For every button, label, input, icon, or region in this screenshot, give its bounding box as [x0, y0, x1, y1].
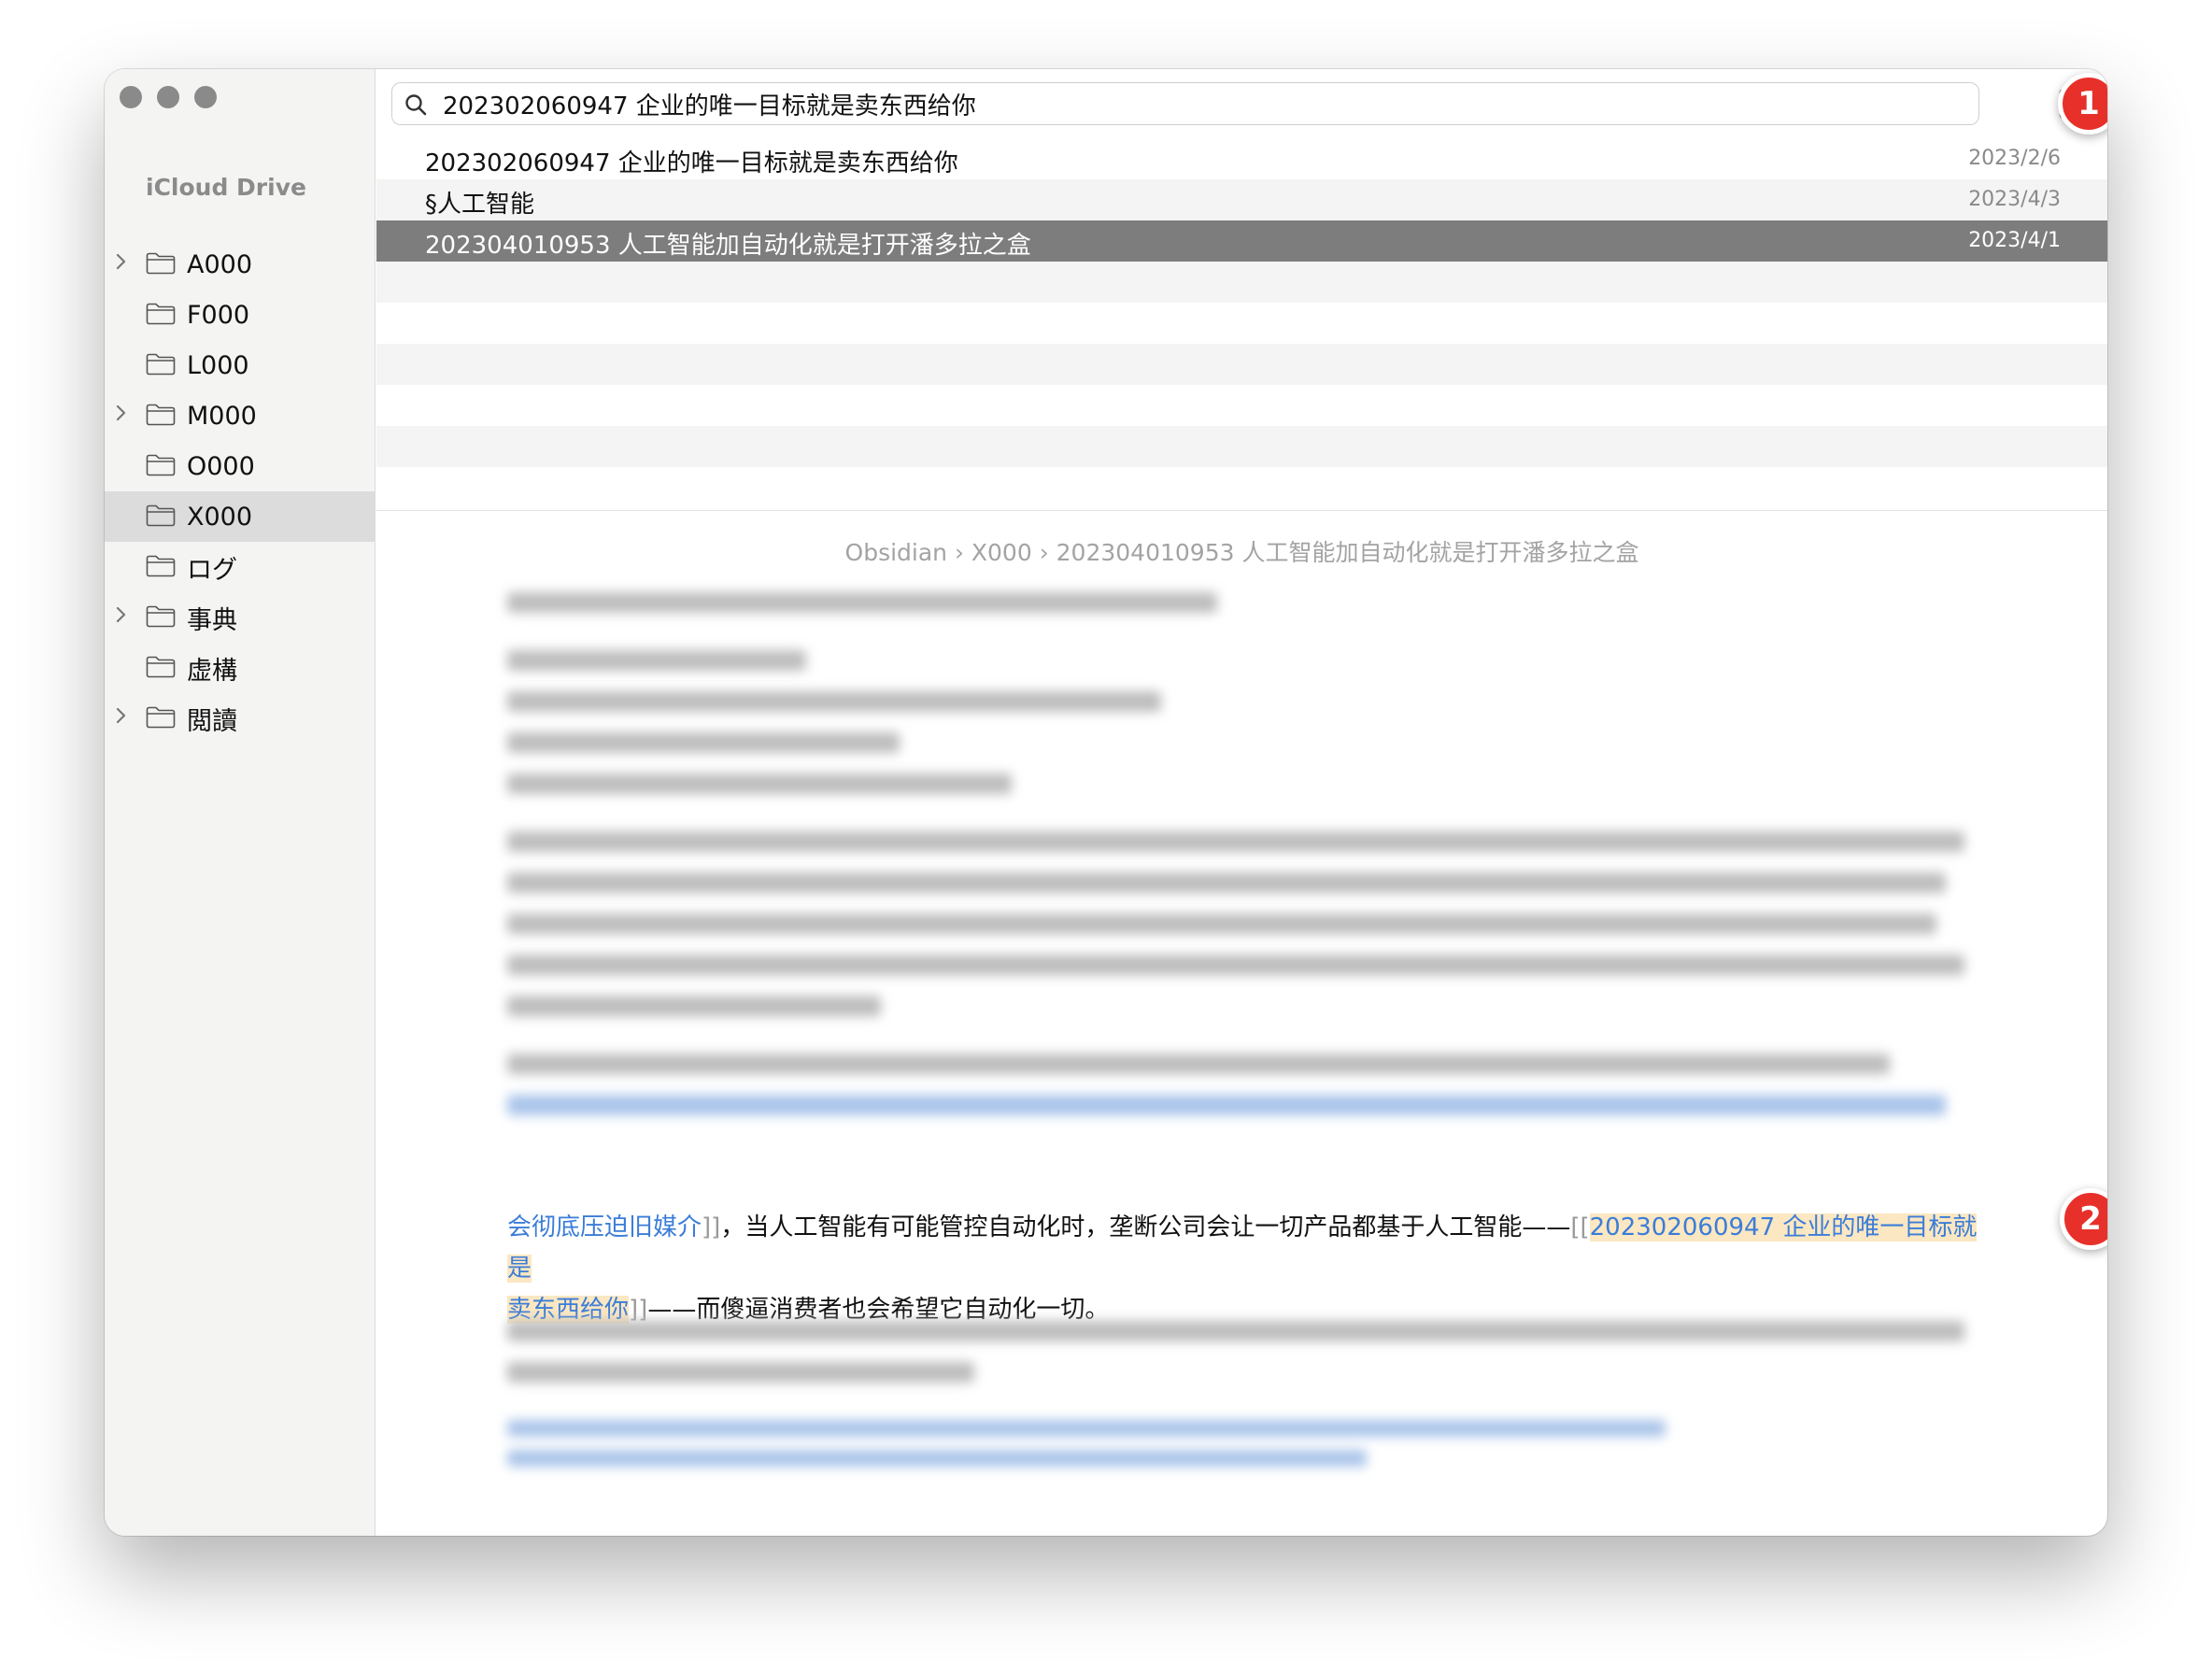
folder-icon [146, 303, 176, 325]
sidebar-item-label: A000 [187, 249, 253, 279]
empty-row [376, 385, 2107, 426]
results-list: 202302060947 企业的唯一目标就是卖东西给你 2023/2/6 §人工… [376, 138, 2107, 467]
note-paragraph: 会彻底压迫旧媒介]]，当人工智能有可能管控自动化时，垄断公司会让一切产品都基于人… [507, 1207, 1983, 1330]
sidebar-item-folder[interactable]: L000 [105, 340, 376, 390]
chevron-right-icon[interactable] [112, 404, 131, 428]
folder-icon [146, 504, 176, 527]
chevron-right-icon[interactable] [112, 706, 131, 731]
sidebar-item-label: O000 [187, 451, 255, 481]
sidebar-item-folder[interactable]: O000 [105, 441, 376, 491]
result-title: §人工智能 [425, 191, 535, 219]
sidebar-item-folder[interactable]: X000 [105, 491, 376, 542]
bracket: ]] [629, 1296, 648, 1324]
sidebar-item-label: 事典 [187, 605, 237, 635]
folder-icon [146, 555, 176, 577]
folder-icon [146, 605, 176, 628]
sidebar-item-folder[interactable]: 閲讀 [105, 693, 376, 744]
callout-badge-2: 2 [2060, 1188, 2107, 1250]
note-body-blurred [507, 592, 1983, 1153]
bracket: [[ [1570, 1213, 1590, 1241]
traffic-lights [120, 86, 217, 108]
result-date: 2023/2/6 [1968, 147, 2061, 170]
app-window: iCloud Drive A000 F000 L000 M000 O000 X000 ログ事… [105, 69, 2107, 1536]
sidebar-item-label: 閲讀 [187, 706, 237, 736]
callout-badge-1: 1 [2058, 73, 2107, 135]
chevron-right-icon[interactable] [112, 605, 131, 630]
result-row-selected[interactable]: 202304010953 人工智能加自动化就是打开潘多拉之盒 2023/4/1 [376, 220, 2107, 262]
sidebar-item-folder[interactable]: M000 [105, 390, 376, 441]
sidebar-item-folder[interactable]: ログ [105, 542, 376, 592]
search-icon [405, 94, 427, 116]
sidebar-item-label: F000 [187, 300, 250, 330]
note-body-blurred-2 [507, 1321, 1983, 1504]
folder-icon [146, 454, 176, 476]
folder-icon [146, 353, 176, 376]
folder-icon [146, 706, 176, 729]
folder-icon [146, 404, 176, 426]
empty-row [376, 303, 2107, 344]
sidebar-item-label: L000 [187, 350, 249, 380]
main-pane: 1 202302060947 企业的唯一目标就是卖东西给你 2023/2/6 §… [376, 69, 2107, 1536]
folder-icon [146, 252, 176, 275]
sidebar-item-folder[interactable]: 事典 [105, 592, 376, 643]
chevron-right-icon[interactable] [112, 252, 131, 277]
bracket: ]] [702, 1213, 721, 1241]
close-button[interactable] [120, 86, 142, 108]
note-text: ，当人工智能有可能管控自动化时，垄断公司会让一切产品都基于人工智能—— [720, 1213, 1571, 1241]
empty-row [376, 344, 2107, 385]
result-row[interactable]: 202302060947 企业的唯一目标就是卖东西给你 2023/2/6 [376, 138, 2107, 179]
sidebar-title: iCloud Drive [146, 174, 306, 201]
zoom-button[interactable] [194, 86, 217, 108]
sidebar-item-label: X000 [187, 502, 253, 532]
wiki-link[interactable]: 会彻底压迫旧媒介 [507, 1213, 702, 1241]
breadcrumb: Obsidian › X000 › 202304010953 人工智能加自动化就… [844, 539, 1639, 566]
sidebar: iCloud Drive A000 F000 L000 M000 O000 X000 ログ事… [105, 69, 376, 1536]
note-text: ——而傻逼消费者也会希望它自动化一切。 [647, 1296, 1110, 1324]
folder-list: A000 F000 L000 M000 O000 X000 ログ事典虚構閲讀 [105, 239, 376, 744]
result-title: 202304010953 人工智能加自动化就是打开潘多拉之盒 [425, 232, 1031, 260]
result-row[interactable]: §人工智能 2023/4/3 [376, 179, 2107, 220]
folder-icon [146, 656, 176, 678]
empty-row [376, 262, 2107, 303]
empty-row [376, 426, 2107, 467]
search-bar[interactable] [391, 82, 1979, 125]
minimize-button[interactable] [157, 86, 179, 108]
sidebar-item-label: ログ [187, 555, 237, 585]
divider [376, 510, 2107, 511]
sidebar-item-folder[interactable]: F000 [105, 290, 376, 340]
result-date: 2023/4/3 [1968, 188, 2061, 211]
sidebar-item-folder[interactable]: A000 [105, 239, 376, 290]
result-date: 2023/4/1 [1968, 229, 2061, 252]
sidebar-item-folder[interactable]: 虚構 [105, 643, 376, 693]
sidebar-item-label: M000 [187, 401, 257, 431]
wiki-link-highlighted[interactable]: 卖东西给你 [507, 1296, 630, 1324]
sidebar-item-label: 虚構 [187, 656, 237, 686]
search-input[interactable] [443, 83, 1844, 124]
result-title: 202302060947 企业的唯一目标就是卖东西给你 [425, 149, 958, 177]
